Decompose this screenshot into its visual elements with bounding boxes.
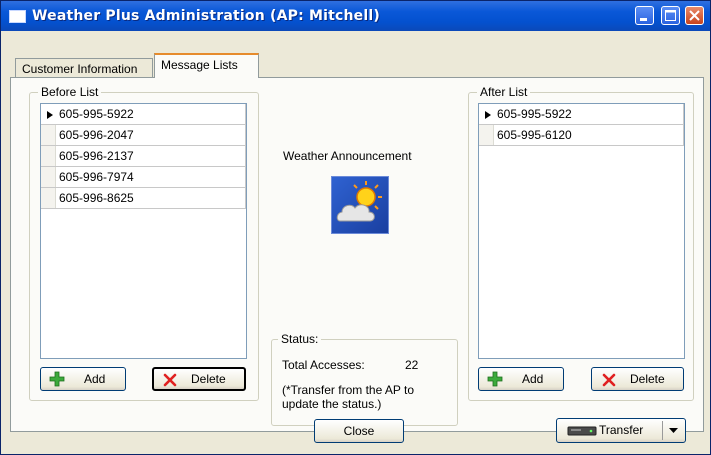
maximize-button[interactable]: [661, 6, 680, 25]
status-group: Status: Total Accesses: 22 (*Transfer fr…: [271, 332, 458, 426]
close-window-button[interactable]: [685, 6, 704, 25]
weather-sun-cloud-icon[interactable]: [331, 176, 389, 234]
tab-customer-information[interactable]: Customer Information: [15, 58, 153, 78]
total-accesses-value: 22: [405, 358, 419, 372]
close-button[interactable]: Close: [314, 419, 404, 443]
tab-label: Customer Information: [22, 62, 138, 76]
current-row-icon: [485, 111, 491, 119]
list-item[interactable]: 605-995-5922: [479, 104, 684, 125]
minimize-icon: [640, 18, 647, 21]
list-item[interactable]: 605-996-7974: [41, 167, 246, 188]
transfer-icon: [567, 426, 597, 436]
window-title: Weather Plus Administration (AP: Mitchel…: [32, 8, 380, 24]
total-accesses-label: Total Accesses:: [282, 358, 365, 372]
current-row-icon: [47, 111, 53, 119]
title-bar[interactable]: Weather Plus Administration (AP: Mitchel…: [1, 1, 710, 31]
before-list-label: Before List: [38, 85, 102, 99]
maximize-icon: [665, 10, 676, 21]
list-item[interactable]: 605-996-2047: [41, 125, 246, 146]
message-lists-panel: Before List 605-995-5922 605-996-2047 60…: [10, 77, 704, 432]
add-icon: [49, 371, 65, 387]
tab-label: Message Lists: [161, 58, 238, 72]
list-item[interactable]: 605-995-5922: [41, 104, 246, 125]
window-icon: [9, 10, 26, 23]
weather-announcement-label: Weather Announcement: [283, 149, 412, 163]
add-icon: [487, 371, 503, 387]
list-item[interactable]: 605-996-8625: [41, 188, 246, 209]
list-item[interactable]: 605-995-6120: [479, 125, 684, 146]
delete-icon: [602, 373, 616, 387]
before-list[interactable]: 605-995-5922 605-996-2047 605-996-2137 6…: [40, 103, 247, 359]
after-list-label: After List: [477, 85, 531, 99]
dialog-content: Customer Information Message Lists Befor…: [4, 31, 707, 451]
delete-icon: [163, 373, 177, 387]
after-delete-button[interactable]: Delete: [591, 367, 684, 391]
status-note-line1: (*Transfer from the AP to: [282, 383, 415, 397]
minimize-button[interactable]: [635, 6, 654, 25]
before-list-group: Before List 605-995-5922 605-996-2047 60…: [29, 85, 259, 401]
after-list[interactable]: 605-995-5922 605-995-6120: [478, 103, 685, 359]
before-delete-button[interactable]: Delete: [152, 367, 246, 391]
transfer-button[interactable]: Transfer: [556, 418, 686, 443]
list-item[interactable]: 605-996-2137: [41, 146, 246, 167]
close-icon: [689, 10, 700, 21]
status-note-line2: update the status.): [282, 397, 382, 411]
status-label: Status:: [278, 332, 322, 346]
tab-message-lists[interactable]: Message Lists: [154, 53, 259, 78]
after-list-group: After List 605-995-5922 605-995-6120 Add…: [468, 85, 694, 401]
app-window: Weather Plus Administration (AP: Mitchel…: [0, 0, 711, 455]
after-add-button[interactable]: Add: [478, 367, 564, 391]
chevron-down-icon[interactable]: [669, 428, 678, 434]
before-add-button[interactable]: Add: [40, 367, 126, 391]
